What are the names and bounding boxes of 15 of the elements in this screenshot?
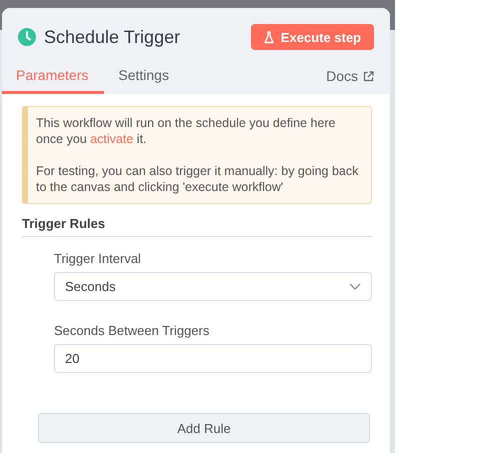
tab[interactable]: Settings bbox=[104, 67, 185, 94]
info-notice: This workflow will run on the schedule you define here once you activate it. For testing, you can also trigger it manually: by going back to the canvas and clicking 'execute workflow' bbox=[22, 106, 372, 204]
external-link-icon bbox=[363, 70, 374, 82]
node-title: Schedule Trigger bbox=[44, 26, 182, 48]
field-label: Seconds Between Triggers bbox=[54, 323, 210, 338]
add-rule-button[interactable]: Add Rule bbox=[38, 413, 370, 443]
field-label: Trigger Interval bbox=[54, 251, 142, 266]
input-field[interactable]: 20 bbox=[54, 344, 372, 373]
docs-link[interactable]: Docs bbox=[326, 68, 374, 94]
select-field[interactable]: Seconds bbox=[54, 272, 372, 301]
chevron-down-icon bbox=[349, 283, 361, 290]
clock-icon bbox=[18, 28, 36, 46]
flask-icon bbox=[264, 30, 274, 44]
execute-step-button[interactable]: Execute step bbox=[250, 24, 374, 50]
section-title: Trigger Rules bbox=[22, 216, 372, 237]
